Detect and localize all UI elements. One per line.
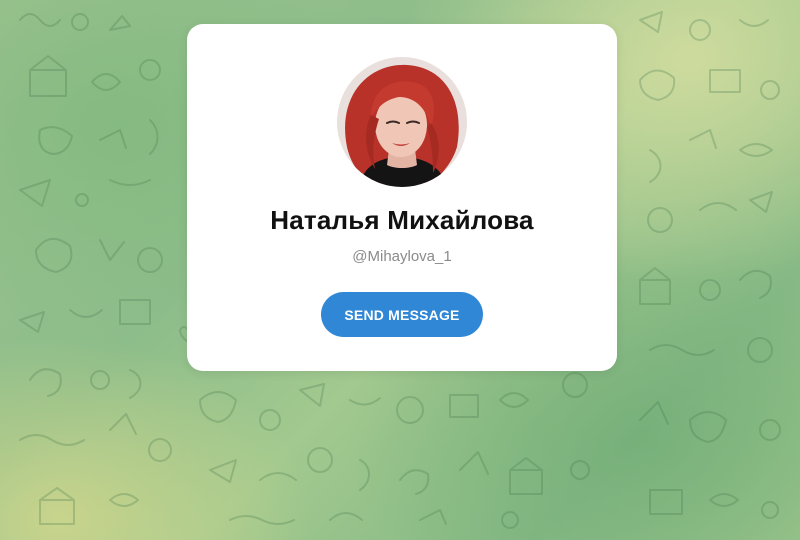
profile-username: @Mihaylova_1	[352, 248, 452, 265]
profile-name: Наталья Михайлова	[270, 205, 534, 235]
send-message-button[interactable]: SEND MESSAGE	[321, 292, 483, 337]
avatar-photo-icon	[337, 57, 467, 187]
profile-card: Наталья Михайлова @Mihaylova_1 SEND MESS…	[187, 24, 617, 371]
profile-avatar[interactable]	[337, 57, 467, 187]
